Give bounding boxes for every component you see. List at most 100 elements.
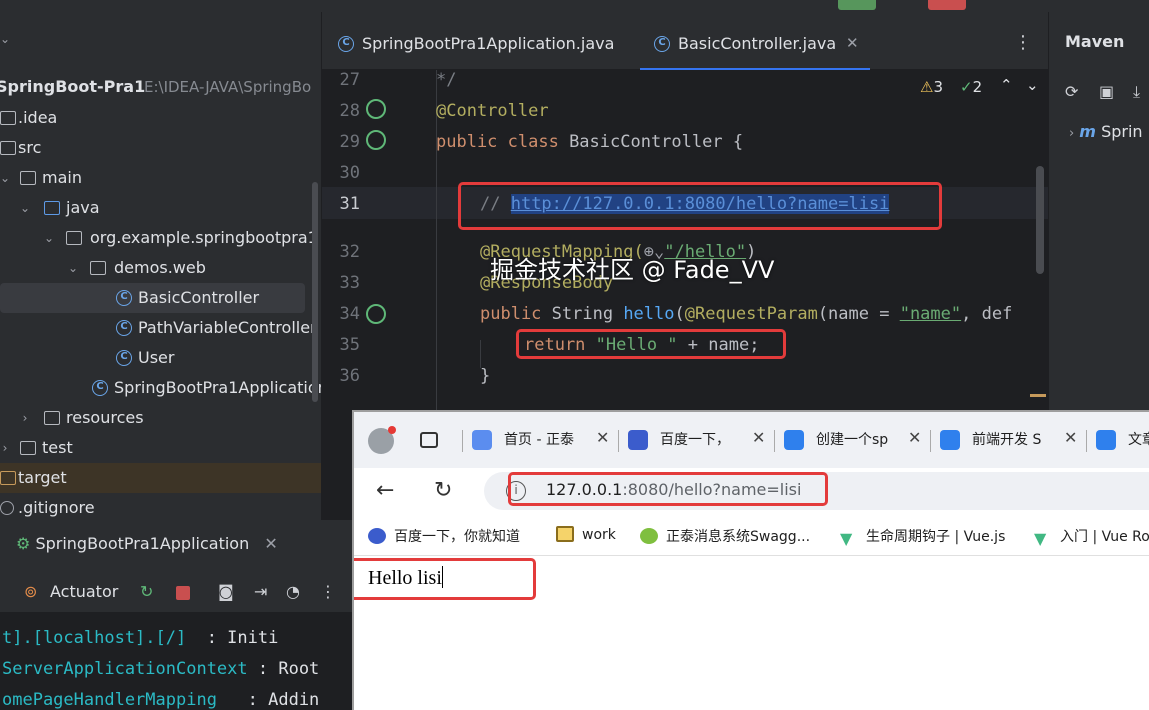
- vue-icon: ▼: [840, 529, 853, 548]
- bookmark-swagger[interactable]: 正泰消息系统Swagg...: [640, 526, 810, 546]
- tree-item-idea[interactable]: .idea: [0, 103, 321, 133]
- annotation: @RequestParam: [684, 304, 818, 324]
- editor-scrollbar[interactable]: [1036, 166, 1044, 274]
- inspection-checks[interactable]: ✓2: [960, 78, 982, 96]
- close-icon[interactable]: ✕: [846, 34, 859, 52]
- line-number: 28: [339, 101, 360, 121]
- chevron-down-icon[interactable]: ⌄: [42, 223, 56, 253]
- tree-item-src[interactable]: src: [0, 133, 321, 163]
- chevron-down-icon[interactable]: ⌄: [18, 193, 32, 223]
- tree-item-demos-web[interactable]: ⌄ demos.web: [0, 253, 321, 283]
- tree-item-label: .gitignore: [18, 498, 95, 517]
- class-decl: BasicController {: [558, 132, 744, 152]
- method-name: hello: [623, 304, 675, 324]
- close-icon[interactable]: ✕: [1064, 428, 1077, 447]
- exit-icon[interactable]: ⇥: [254, 582, 267, 601]
- reload-icon[interactable]: ⟳: [1065, 82, 1078, 101]
- log-source: omePageHandlerMapping: [2, 690, 217, 710]
- spring-bean-gutter-icon[interactable]: [366, 130, 386, 150]
- tree-item-main[interactable]: ⌄ main: [0, 163, 321, 193]
- highlight-box-url: [508, 472, 828, 506]
- highlight-box-url-comment: [458, 182, 942, 230]
- tree-item-target[interactable]: target: [0, 463, 321, 493]
- tree-item-java[interactable]: ⌄ java: [0, 193, 321, 223]
- source-folder-icon: [44, 201, 60, 215]
- previous-highlight-icon[interactable]: ⌃: [1000, 76, 1013, 94]
- close-icon[interactable]: ✕: [908, 428, 921, 447]
- more-options-icon[interactable]: ⋮: [320, 582, 336, 601]
- run-button[interactable]: [838, 0, 876, 10]
- stop-button[interactable]: [928, 0, 966, 10]
- camera-icon[interactable]: ◙: [218, 582, 234, 601]
- chevron-right-icon[interactable]: ›: [18, 403, 32, 433]
- tree-item-basic-controller[interactable]: C BasicController: [0, 283, 305, 313]
- tree-item-package[interactable]: ⌄ org.example.springbootpra1: [0, 223, 321, 253]
- folder-icon: [0, 111, 16, 125]
- chevron-right-icon[interactable]: ›: [0, 433, 12, 463]
- line-number: 30: [339, 163, 360, 183]
- code-line-29: public class BasicController {: [436, 132, 743, 152]
- title-bar: [0, 0, 1149, 12]
- add-project-icon[interactable]: ▣: [1099, 82, 1114, 101]
- project-scrollbar[interactable]: [312, 182, 318, 402]
- bookmark-vue-router[interactable]: ▼ 入门 | Vue Ro: [1034, 526, 1149, 548]
- line-number: 34: [339, 304, 360, 324]
- bookmark-label: 正泰消息系统Swagg...: [666, 529, 811, 545]
- actuator-tab[interactable]: Actuator: [50, 582, 118, 601]
- rerun-icon[interactable]: ↻: [140, 582, 153, 601]
- project-root[interactable]: SpringBoot-Pra1 E:\IDEA-JAVA\SpringBo: [0, 72, 321, 102]
- chevron-down-icon[interactable]: ⌄: [66, 253, 80, 283]
- class-icon: C: [116, 350, 132, 366]
- spring-bean-gutter-icon[interactable]: [366, 99, 386, 119]
- inspection-warnings[interactable]: ⚠3: [920, 78, 943, 96]
- gauge-icon[interactable]: ◔: [286, 582, 300, 601]
- chevron-down-icon[interactable]: ⌄: [0, 163, 12, 193]
- collapse-icon[interactable]: ⌄: [0, 32, 10, 46]
- run-tab[interactable]: ⚙ SpringBootPra1Application ✕: [16, 534, 278, 553]
- download-icon[interactable]: ⤓: [1133, 82, 1140, 102]
- tree-item-gitignore[interactable]: .gitignore: [0, 493, 321, 520]
- tree-item-label: main: [42, 168, 82, 187]
- tree-item-path-variable-controller[interactable]: C PathVariableController: [0, 313, 321, 343]
- package-icon: [90, 261, 106, 275]
- tab-title: 百度一下，: [660, 432, 730, 448]
- code-editor[interactable]: 27 28 29 30 31 32 33 34 35 36 37 ⚠3 ✓2 ⌃…: [322, 70, 1048, 410]
- line-number: 32: [339, 242, 360, 262]
- stop-icon[interactable]: [176, 586, 190, 600]
- run-toolbar: ⊚ Actuator ↻ ◙ ⇥ ◔ ⋮: [0, 578, 352, 608]
- maven-project-node[interactable]: › m Sprin: [1069, 122, 1143, 141]
- maven-panel: Maven ⟳ ▣ ⤓ › m Sprin: [1048, 12, 1149, 410]
- more-options-icon[interactable]: ⋮: [1014, 32, 1032, 53]
- tree-item-resources[interactable]: › resources: [0, 403, 321, 433]
- bookmark-vue-lifecycle[interactable]: ▼ 生命周期钩子 | Vue.js: [840, 526, 1005, 548]
- close-icon[interactable]: ✕: [264, 534, 277, 553]
- bookmark-label: work: [582, 527, 616, 543]
- spring-class-icon: C: [92, 380, 108, 396]
- class-icon: C: [654, 36, 670, 52]
- tab-actions-icon[interactable]: [420, 432, 438, 448]
- juejin-favicon: [940, 430, 960, 450]
- tree-item-user[interactable]: C User: [0, 343, 321, 373]
- back-arrow-icon[interactable]: ←: [376, 478, 394, 503]
- reload-icon[interactable]: ↻: [434, 478, 452, 503]
- bookmark-label: 百度一下，你就知道: [394, 529, 520, 545]
- close-icon[interactable]: ✕: [596, 428, 609, 447]
- tab-springbootpra1application[interactable]: C SpringBootPra1Application.java: [338, 30, 618, 70]
- tab-basiccontroller[interactable]: C BasicController.java ✕: [640, 30, 870, 70]
- web-endpoint-gutter-icon[interactable]: [366, 304, 386, 324]
- actuator-icon: ⊚: [24, 582, 38, 601]
- close-icon[interactable]: ✕: [752, 428, 765, 447]
- baidu-icon: [368, 528, 386, 544]
- tree-item-test[interactable]: › test: [0, 433, 321, 463]
- tab-separator: [462, 430, 463, 452]
- tree-item-application[interactable]: C SpringBootPra1Application: [0, 373, 321, 403]
- indent-guide: [436, 70, 437, 410]
- log-line: t].[localhost].[/] : Initi: [2, 628, 278, 648]
- bookmark-folder-work[interactable]: work: [556, 526, 616, 543]
- bookmark-baidu[interactable]: 百度一下，你就知道: [368, 526, 520, 546]
- check-icon: ✓: [960, 78, 973, 96]
- next-highlight-icon[interactable]: ⌄: [1026, 76, 1039, 94]
- chevron-right-icon[interactable]: ›: [1069, 126, 1074, 141]
- tree-item-label: PathVariableController: [138, 318, 317, 337]
- console-output[interactable]: t].[localhost].[/] : Initi ServerApplica…: [0, 612, 352, 710]
